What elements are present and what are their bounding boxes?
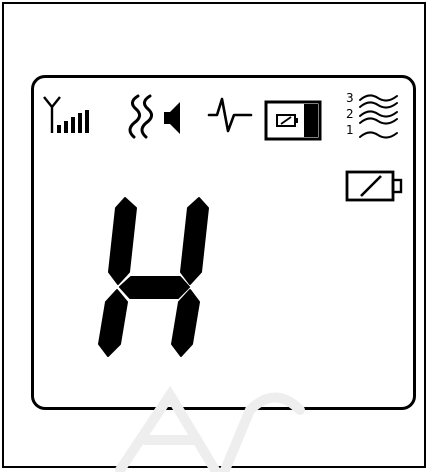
battery-low-icon <box>345 170 403 202</box>
pulse-icon <box>207 97 253 133</box>
fan-speed-icon: 3 2 1 <box>343 90 403 152</box>
battery-box-icon <box>264 100 322 141</box>
fan-wave-icon <box>359 94 398 139</box>
main-digit-h <box>98 197 209 357</box>
fan-speed-2-label: 2 <box>346 107 354 121</box>
heat-sound-icon <box>128 94 180 139</box>
signal-strength-icon <box>43 96 89 133</box>
fan-speed-3-label: 3 <box>346 91 354 105</box>
fan-speed-1-label: 1 <box>346 123 354 137</box>
